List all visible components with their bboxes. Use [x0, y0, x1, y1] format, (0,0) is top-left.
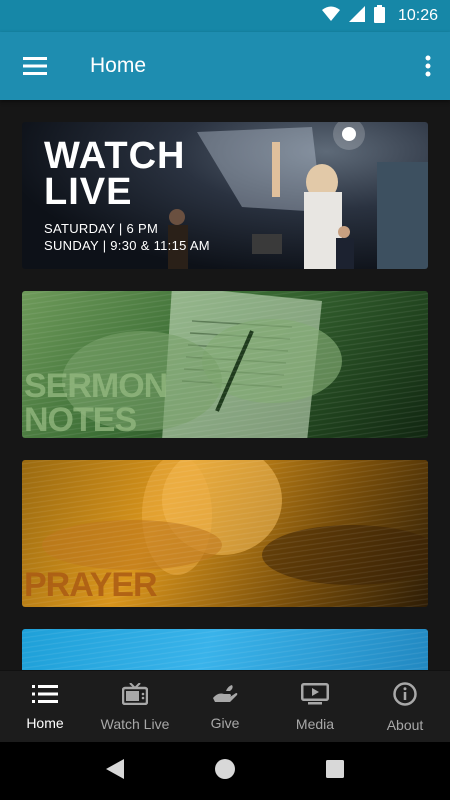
nav-watch-live[interactable]: Watch Live — [90, 671, 180, 743]
nav-watch-live-label: Watch Live — [100, 715, 170, 732]
system-nav-bar — [0, 742, 450, 800]
blue-card[interactable] — [22, 629, 428, 670]
list-icon — [32, 684, 58, 709]
page-title: Home — [90, 54, 147, 77]
play-screen-icon — [301, 682, 329, 710]
schedule-saturday: SATURDAY | 6 PM — [44, 221, 159, 236]
nav-home-label: Home — [26, 714, 64, 731]
nav-give-label: Give — [210, 714, 240, 731]
nav-give[interactable]: Give — [180, 671, 270, 743]
nav-media[interactable]: Media — [270, 671, 360, 743]
schedule-sunday: SUNDAY | 9:30 & 11:15 AM — [44, 238, 210, 253]
bottom-nav: Home Watch Live Give Media About — [0, 670, 450, 742]
app-bar: Home — [0, 32, 450, 100]
wifi-icon — [321, 6, 340, 27]
give-hand-icon — [212, 684, 238, 709]
nav-home[interactable]: Home — [0, 671, 90, 743]
nav-about[interactable]: About — [360, 671, 450, 743]
prayer-title: PRAYER — [24, 566, 158, 604]
sermon-notes-title: SERMON NOTES — [24, 367, 168, 438]
watch-live-card[interactable]: WATCH LIVE SATURDAY | 6 PM SUNDAY | 9:30… — [22, 122, 428, 269]
more-vert-icon[interactable] — [406, 32, 450, 100]
info-icon — [393, 681, 417, 711]
recents-icon[interactable] — [325, 759, 345, 784]
watch-live-schedule: SATURDAY | 6 PM SUNDAY | 9:30 & 11:15 AM — [44, 220, 210, 254]
card-list: WATCH LIVE SATURDAY | 6 PM SUNDAY | 9:30… — [0, 100, 450, 670]
watch-live-title: WATCH LIVE — [44, 135, 186, 213]
sermon-title-line2: NOTES — [24, 401, 137, 438]
tv-icon — [121, 681, 149, 710]
prayer-card[interactable]: PRAYER — [22, 460, 428, 607]
battery-icon — [373, 4, 385, 28]
hamburger-menu-icon[interactable] — [0, 32, 70, 100]
watch-live-title-line1: WATCH — [44, 135, 186, 177]
sermon-title-line1: SERMON — [24, 367, 168, 405]
cell-signal-icon — [348, 5, 365, 27]
home-circle-icon[interactable] — [214, 758, 236, 785]
nav-about-label: About — [386, 716, 424, 733]
watch-live-title-line2: LIVE — [44, 171, 133, 213]
clock: 10:26 — [397, 7, 438, 24]
status-bar: 10:26 — [0, 0, 450, 32]
back-icon[interactable] — [105, 758, 125, 785]
nav-media-label: Media — [295, 715, 335, 732]
sermon-notes-card[interactable]: SERMON NOTES — [22, 291, 428, 438]
